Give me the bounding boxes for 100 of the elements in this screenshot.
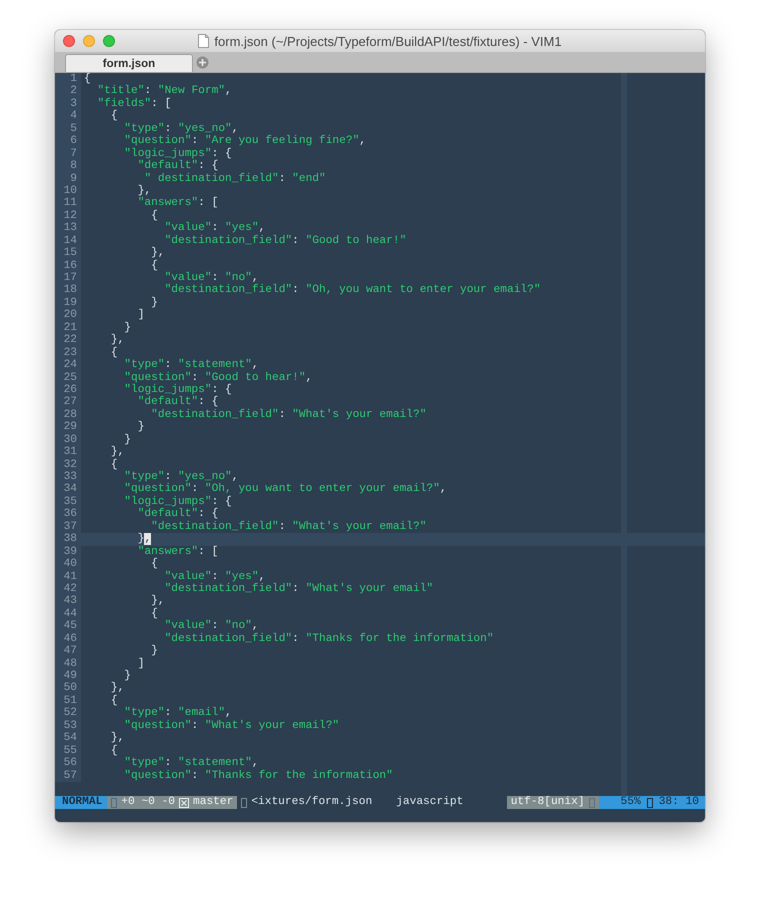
line-number: 7 — [55, 148, 81, 160]
line-number: 54 — [55, 732, 81, 745]
mode-indicator: NORMAL — [55, 796, 108, 809]
code-line: } — [150, 296, 158, 310]
code-line: "logic_jumps": { — [123, 496, 232, 508]
code-line: } — [123, 670, 131, 682]
code-line: "destination_field": "What's your email" — [164, 582, 434, 596]
line-number: 24 — [55, 359, 81, 372]
line-number: 23 — [55, 346, 81, 360]
line-number: 22 — [55, 334, 81, 347]
code-line: "value": "no", — [164, 272, 259, 284]
code-line: "value": "yes", — [164, 222, 266, 234]
code-line: }, — [136, 533, 152, 546]
zoom-button[interactable] — [103, 35, 115, 47]
line-number: 35 — [55, 496, 81, 508]
file-path: <ixtures/form.json — [251, 796, 372, 809]
code-line: { — [110, 110, 118, 123]
line-number: 29 — [55, 421, 81, 434]
line-number: 33 — [55, 471, 81, 484]
line-number: 25 — [55, 372, 81, 384]
line-number: 9 — [55, 172, 81, 185]
code-line: "type": "statement", — [123, 757, 259, 770]
line-number: 32 — [55, 458, 81, 471]
line-number: 39 — [55, 546, 81, 558]
line-number: 3 — [55, 98, 81, 110]
code-line: }, — [110, 334, 124, 346]
code-line: "question": "Thanks for the information" — [123, 770, 393, 782]
line-number: 13 — [55, 222, 81, 235]
file-type: javascript — [396, 796, 464, 809]
code-line: "destination_field": "Oh, you want to enter your email?" — [164, 284, 541, 297]
line-number: 6 — [55, 135, 81, 148]
line-number: 52 — [55, 707, 81, 720]
document-icon — [198, 34, 210, 48]
line-number: 43 — [55, 595, 81, 608]
line-number: 16 — [55, 260, 81, 272]
code-line: "default": { — [136, 508, 218, 520]
code-line: { — [110, 694, 118, 708]
code-line: } — [123, 434, 131, 446]
line-number: 34 — [55, 483, 81, 496]
code-line: } — [123, 322, 131, 334]
code-line: }, — [110, 446, 124, 458]
code-line: { — [150, 558, 158, 570]
git-branch: master — [193, 796, 234, 809]
code-line: }, — [150, 247, 165, 260]
minimize-button[interactable] — [83, 35, 95, 47]
code-line: " destination_field": "end" — [143, 172, 326, 184]
line-number: 27 — [55, 396, 81, 409]
line-number: 2 — [55, 85, 81, 98]
line-number: 36 — [55, 508, 81, 521]
code-line: "destination_field": "Good to hear!" — [164, 234, 406, 248]
code-line: "default": { — [136, 396, 218, 408]
line-number: 42 — [55, 582, 81, 596]
file-encoding: utf-8[unix] — [510, 796, 585, 809]
separator-icon — [588, 798, 595, 808]
line-number: 40 — [55, 558, 81, 570]
close-button[interactable] — [63, 35, 75, 47]
code-line: { — [110, 458, 118, 471]
code-line: "type": "yes_no", — [123, 122, 238, 135]
line-number: 8 — [55, 160, 81, 172]
line-number: 37 — [55, 520, 81, 534]
line-number: 31 — [55, 446, 81, 459]
code-line: ] — [136, 658, 144, 670]
tab[interactable]: form.json — [65, 54, 193, 72]
new-tab-icon[interactable] — [196, 56, 209, 69]
line-number: 47 — [55, 645, 81, 658]
line-number: 45 — [55, 620, 81, 633]
line-number: 17 — [55, 272, 81, 284]
code-line: }, — [110, 682, 124, 694]
line-number: 56 — [55, 757, 81, 770]
code-line: "question": "Oh, you want to enter your email?", — [123, 483, 447, 496]
code-line: "value": "yes", — [164, 570, 266, 582]
cursor-position: 38: 10 — [658, 796, 699, 809]
line-number: 51 — [55, 694, 81, 708]
code-line: { — [150, 260, 158, 272]
git-hunks: +0 ~0 -0 — [121, 796, 176, 809]
line-number: 10 — [55, 184, 81, 198]
line-number: 4 — [55, 110, 81, 123]
line-number: 41 — [55, 570, 81, 583]
code-line: }, — [110, 732, 124, 744]
line-number: 18 — [55, 284, 81, 297]
line-number: 11 — [55, 197, 81, 210]
code-line: }, — [136, 184, 152, 197]
line-number: 44 — [55, 608, 81, 620]
line-number: 50 — [55, 682, 81, 695]
line-number: 46 — [55, 632, 81, 646]
code-line: "destination_field": "What's your email?" — [150, 520, 426, 534]
code-line: { — [150, 608, 158, 620]
branch-icon — [179, 798, 190, 808]
line-number: 28 — [55, 408, 81, 422]
line-number: 14 — [55, 234, 81, 248]
code-line: "destination_field": "What's your email?" — [150, 408, 426, 422]
code-line: "type": "yes_no", — [123, 471, 238, 483]
line-number: 57 — [55, 770, 81, 782]
line-number: 55 — [55, 744, 81, 758]
code-line: "logic_jumps": { — [123, 384, 232, 396]
line-number: 1 — [55, 73, 81, 86]
code-line: }, — [150, 595, 165, 608]
separator-icon — [241, 798, 248, 808]
code-line: "question": "Are you feeling fine?", — [123, 135, 366, 148]
line-number: 20 — [55, 309, 81, 322]
